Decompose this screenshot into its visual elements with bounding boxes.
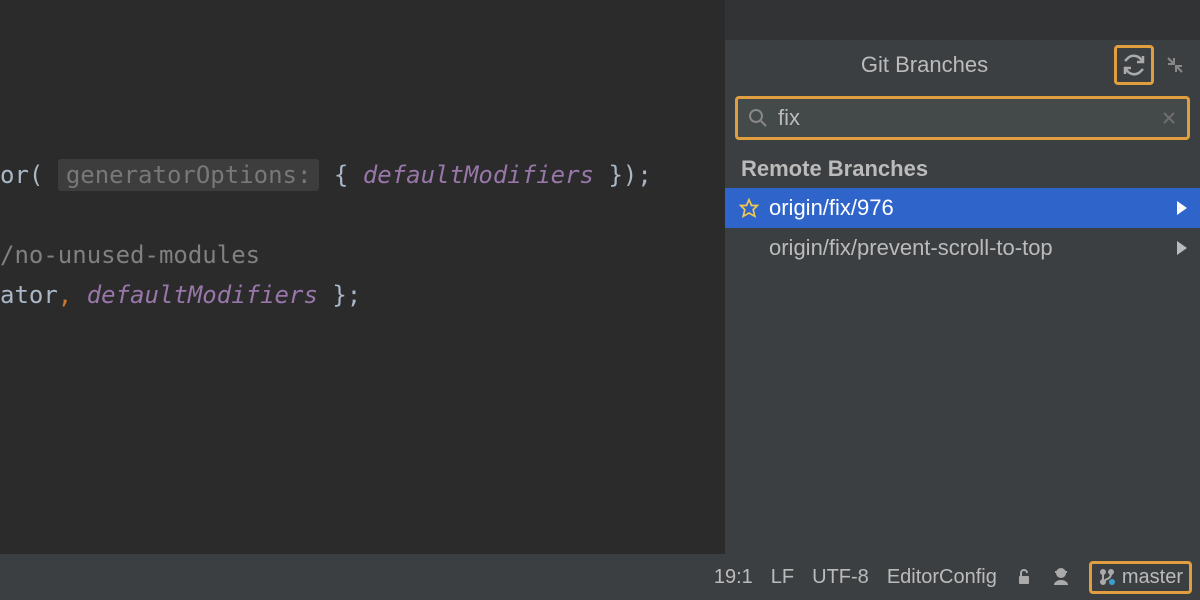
branch-item[interactable]: origin/fix/prevent-scroll-to-top: [725, 228, 1200, 268]
editor-tab-strip: [725, 0, 1200, 40]
search-icon: [748, 108, 768, 128]
code-property: defaultModifiers: [87, 281, 318, 309]
inlay-hint: generatorOptions:: [58, 159, 320, 191]
popup-title: Git Branches: [735, 52, 1114, 78]
search-row: [725, 90, 1200, 146]
caret-position[interactable]: 19:1: [714, 566, 753, 589]
line-separator[interactable]: LF: [771, 566, 794, 589]
code-line: ator, defaultModifiers };: [0, 275, 725, 315]
lock-icon[interactable]: [1015, 568, 1033, 586]
section-header: Remote Branches: [725, 146, 1200, 188]
chevron-right-icon: [1176, 241, 1188, 255]
search-box[interactable]: [735, 96, 1190, 140]
refresh-button[interactable]: [1114, 45, 1154, 85]
code-comment: /no-unused-modules: [0, 241, 260, 269]
refresh-icon: [1122, 53, 1146, 77]
branch-name: origin/fix/976: [769, 195, 1176, 221]
git-branch-indicator[interactable]: master: [1089, 561, 1192, 594]
close-icon: [1161, 110, 1177, 126]
current-branch-name: master: [1122, 566, 1183, 589]
branch-list: origin/fix/976 origin/fix/prevent-scroll…: [725, 188, 1200, 268]
collapse-button[interactable]: [1160, 50, 1190, 80]
clear-search-button[interactable]: [1161, 110, 1177, 126]
code-line: or( generatorOptions: { defaultModifiers…: [0, 155, 725, 195]
editorconfig-status[interactable]: EditorConfig: [887, 566, 997, 589]
branch-name: origin/fix/prevent-scroll-to-top: [769, 235, 1176, 261]
code-text: or(: [0, 161, 43, 189]
star-icon: [739, 198, 763, 218]
search-input[interactable]: [778, 105, 1161, 131]
branch-item[interactable]: origin/fix/976: [725, 188, 1200, 228]
file-encoding[interactable]: UTF-8: [812, 566, 869, 589]
git-branches-popup: Git Branches Rem: [725, 40, 1200, 554]
collapse-icon: [1166, 56, 1184, 74]
code-editor[interactable]: or( generatorOptions: { defaultModifiers…: [0, 0, 725, 554]
chevron-right-icon: [1176, 201, 1188, 215]
branch-icon: [1098, 568, 1116, 586]
code-property: defaultModifiers: [363, 161, 594, 189]
code-line: /no-unused-modules: [0, 235, 725, 275]
popup-header: Git Branches: [725, 40, 1200, 90]
inspector-icon[interactable]: [1051, 567, 1071, 587]
status-bar: 19:1 LF UTF-8 EditorConfig master: [0, 554, 1200, 600]
code-blank-line: [0, 195, 725, 235]
